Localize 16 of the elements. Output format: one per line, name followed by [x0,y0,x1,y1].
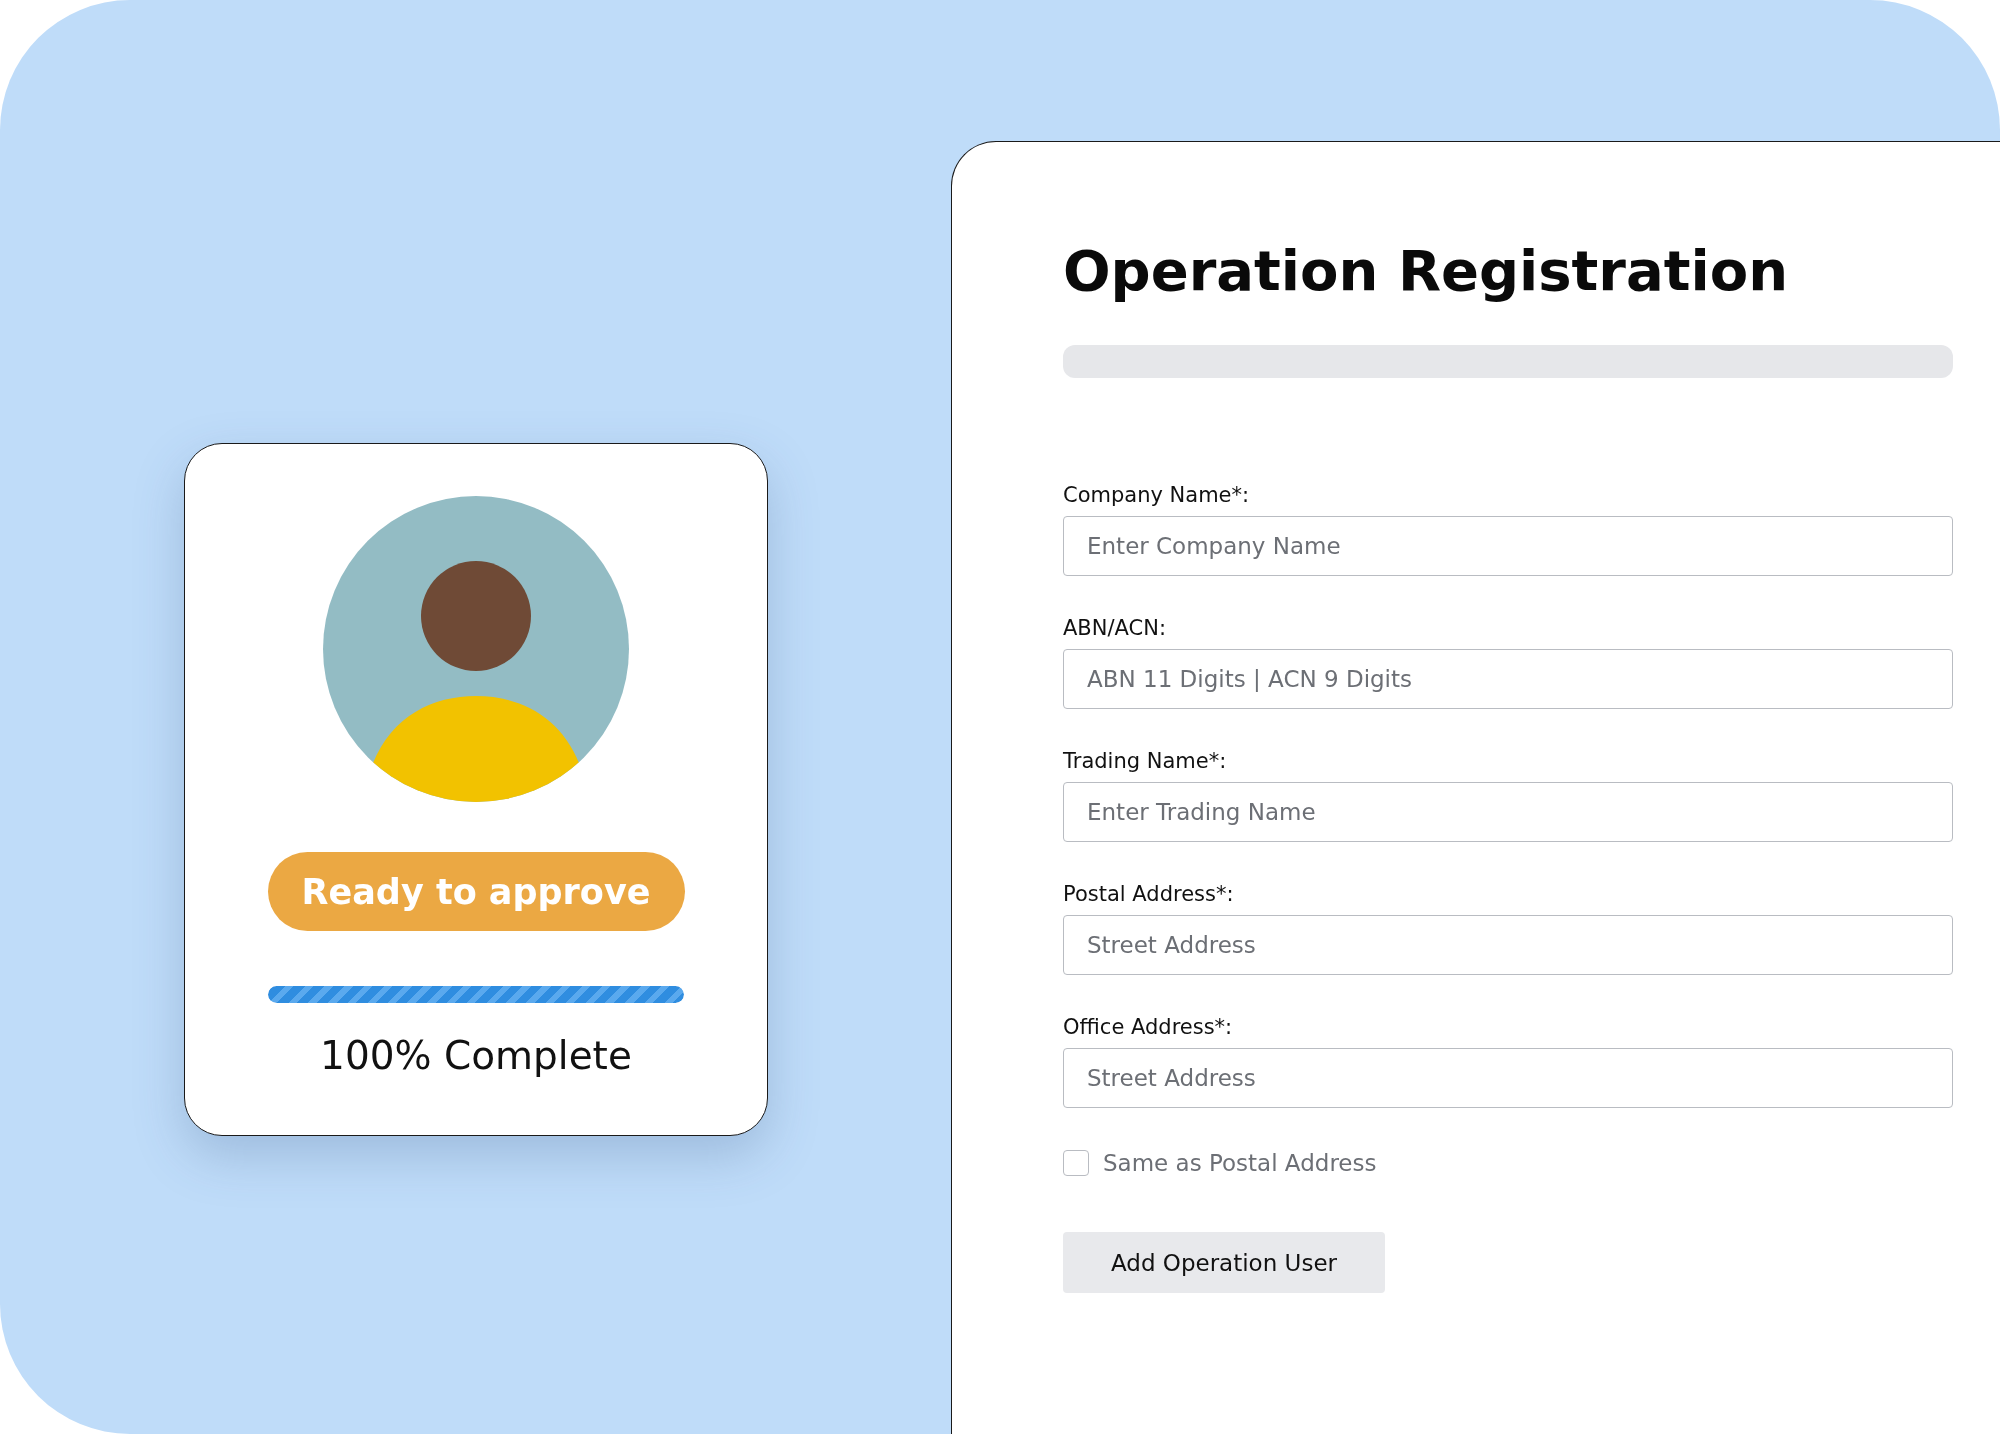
field-label: Company Name*: [1063,483,1251,507]
progress-label: 100% Complete [320,1033,632,1078]
field-label: ABN/ACN: [1063,616,1167,640]
input-field[interactable]: Street Address [1063,915,1953,975]
checkbox-label: Same as Postal Address [1103,1150,1377,1176]
input-field[interactable]: Enter Trading Name [1063,782,1953,842]
status-badge: Ready to approve [267,852,685,931]
field-label: Office Address*: [1063,1015,1234,1039]
input-field[interactable]: Enter Company Name [1063,516,1953,576]
field-label: Postal Address*: [1063,882,1235,906]
field-label: Trading Name*: [1063,749,1228,773]
checkbox[interactable] [1063,1150,1089,1176]
input-field[interactable]: Street Address [1063,1048,1953,1108]
input-field[interactable]: ABN 11 Digits | ACN 9 Digits [1063,649,1953,709]
form-title: Operation Registration [1063,238,1790,303]
add-user-button[interactable]: Add Operation User [1063,1232,1385,1293]
